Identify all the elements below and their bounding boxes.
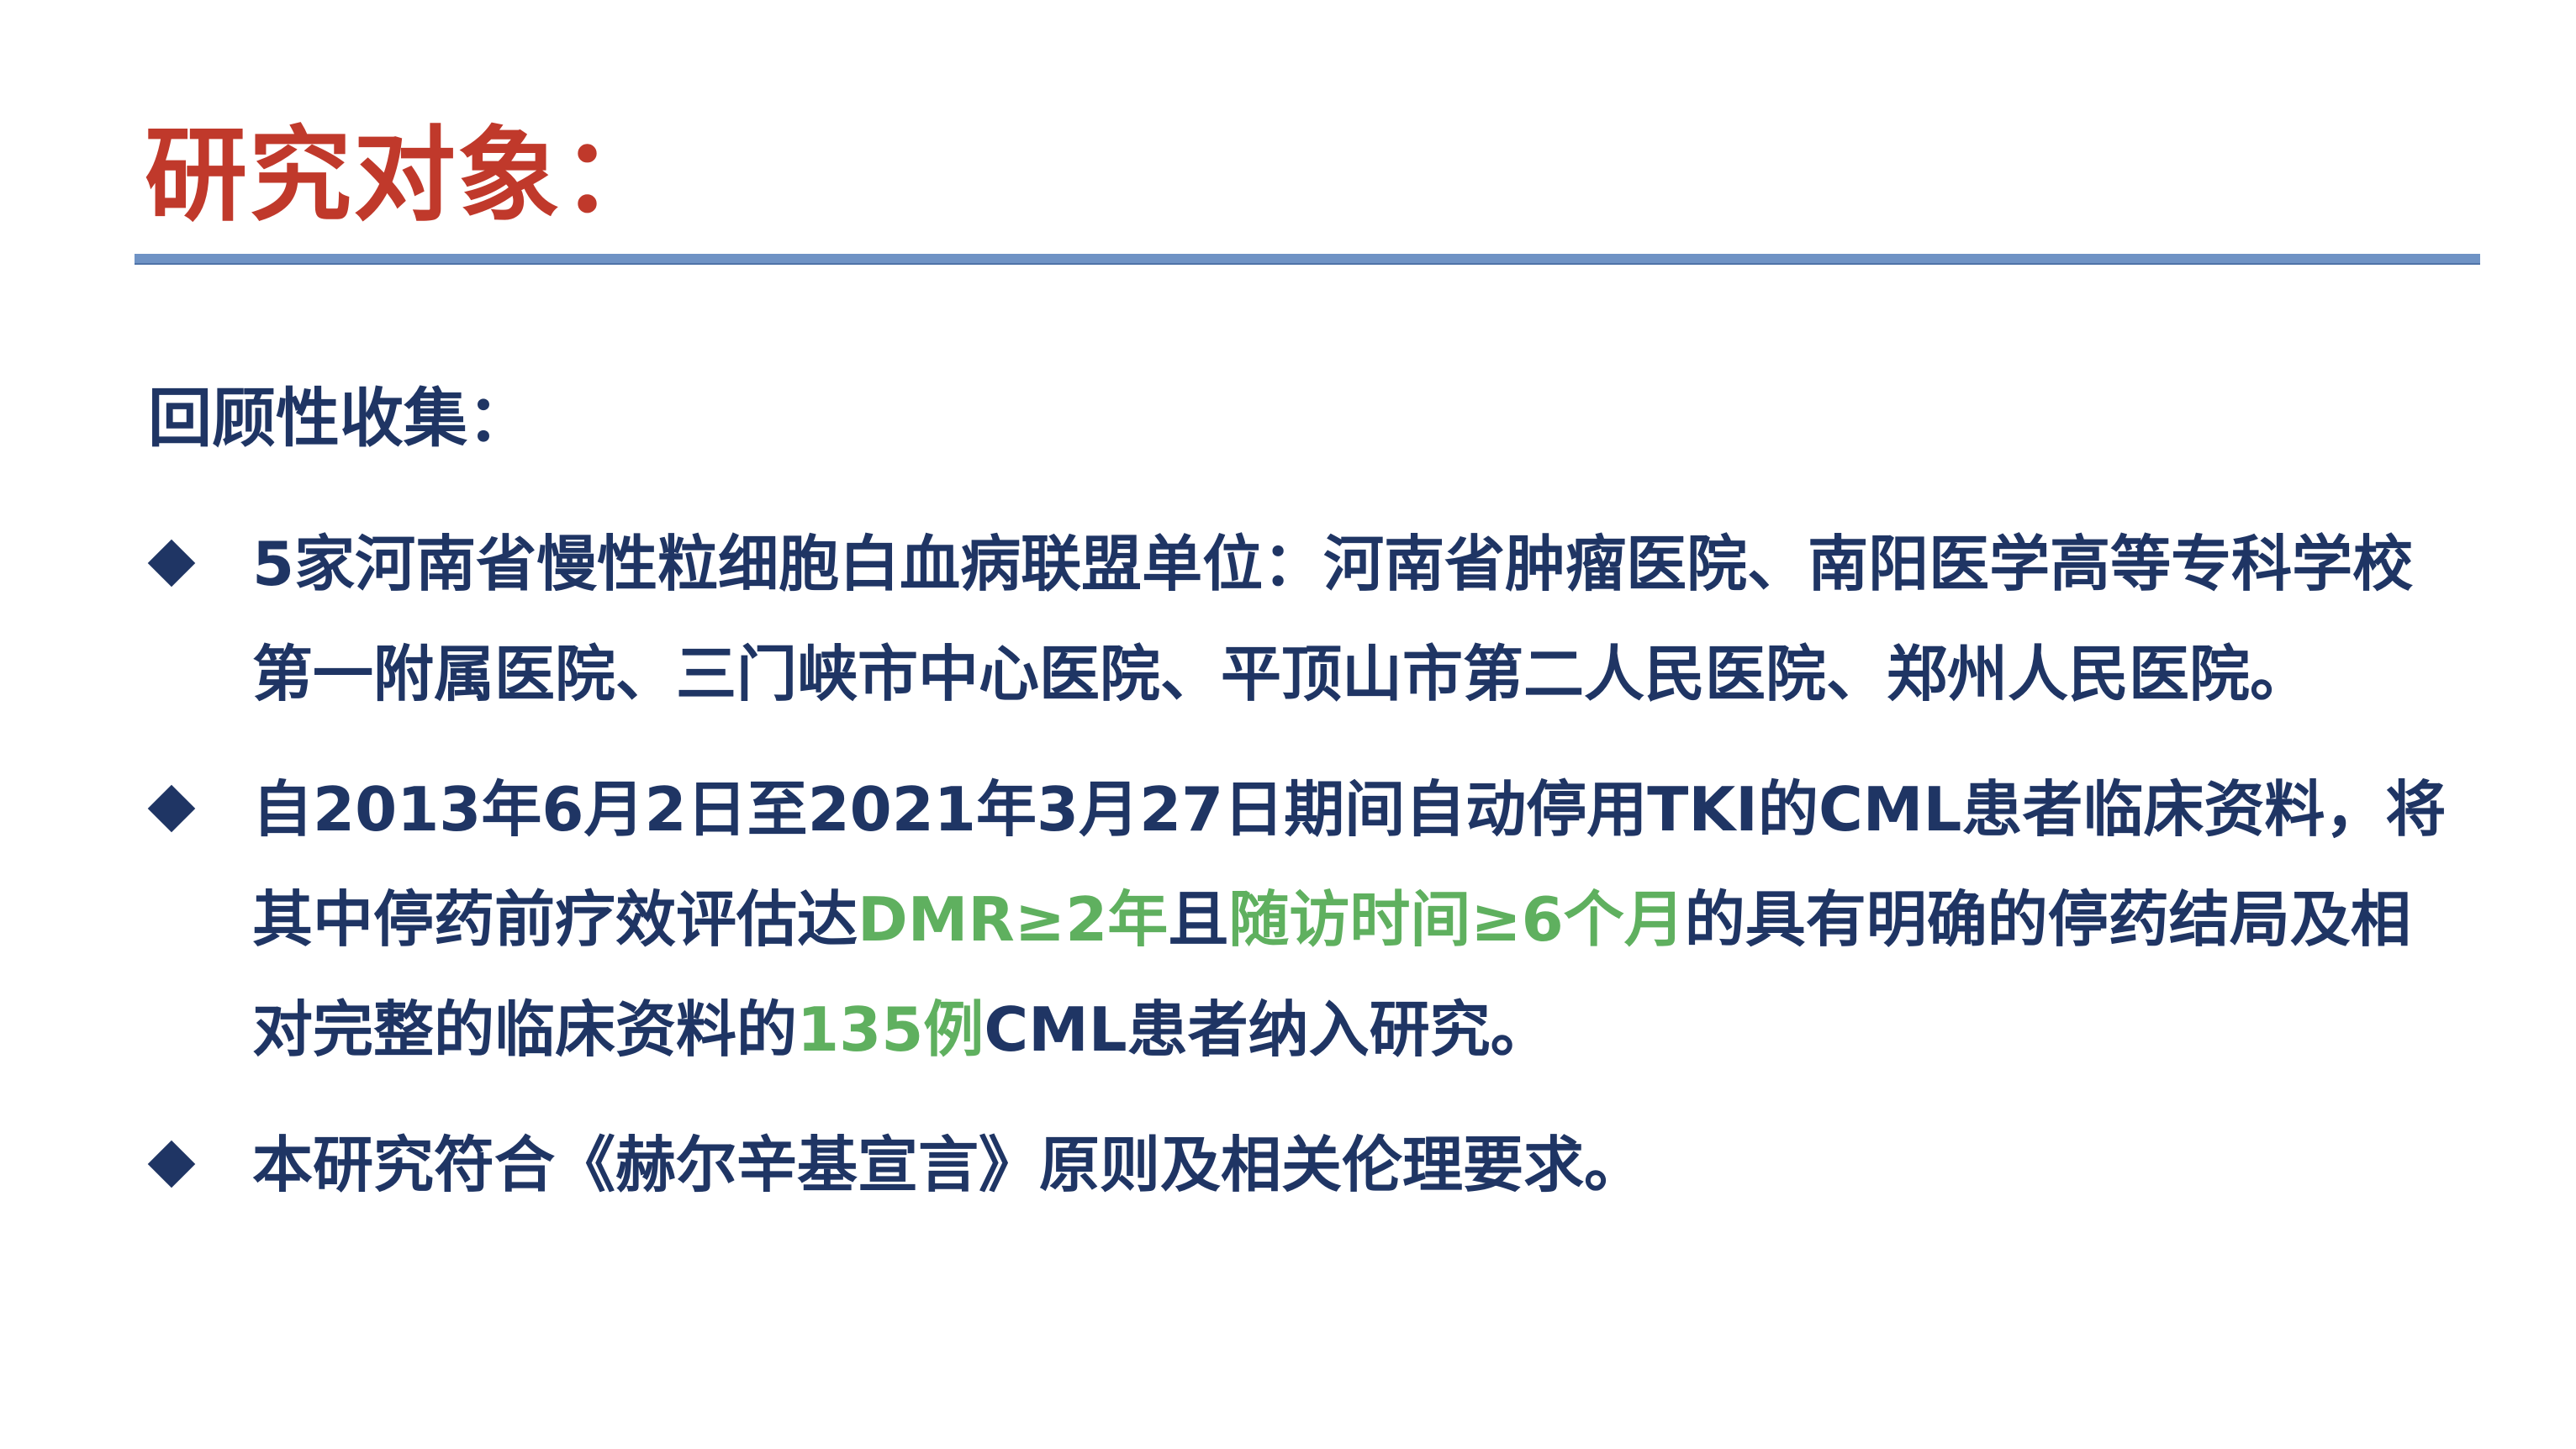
section-heading: 回顾性收集：	[148, 381, 531, 456]
slide-title: 研究对象：	[145, 116, 666, 235]
bullet-text: 5家河南省慢性粒细胞白血病联盟单位：河南省肿瘤医院、南阳医学高等专科学校第一附属…	[252, 529, 2414, 709]
bullet-list: 5家河南省慢性粒细胞白血病联盟单位：河南省肿瘤医院、南阳医学高等专科学校第一附属…	[147, 509, 2468, 1220]
diamond-bullet-icon	[147, 539, 196, 588]
highlight-follow-up: 随访时间≥6个月	[1228, 884, 1685, 955]
bullet-item-inclusion-criteria: 自2013年6月2日至2021年3月27日期间自动停用TKI的CML患者临床资料…	[147, 755, 2468, 1085]
bullet-text-part: CML患者纳入研究。	[984, 994, 1551, 1065]
bullet-item-ethics: 本研究符合《赫尔辛基宣言》原则及相关伦理要求。	[147, 1110, 2468, 1220]
highlight-dmr-duration: DMR≥2年	[858, 884, 1169, 955]
highlight-case-count: 135例	[797, 994, 984, 1065]
title-divider	[135, 254, 2480, 265]
bullet-text-part: 且	[1168, 884, 1229, 955]
bullet-item-institutions: 5家河南省慢性粒细胞白血病联盟单位：河南省肿瘤医院、南阳医学高等专科学校第一附属…	[147, 509, 2468, 730]
bullet-text: 本研究符合《赫尔辛基宣言》原则及相关伦理要求。	[252, 1130, 1645, 1200]
diamond-bullet-icon	[147, 1140, 196, 1188]
diamond-bullet-icon	[147, 784, 196, 833]
